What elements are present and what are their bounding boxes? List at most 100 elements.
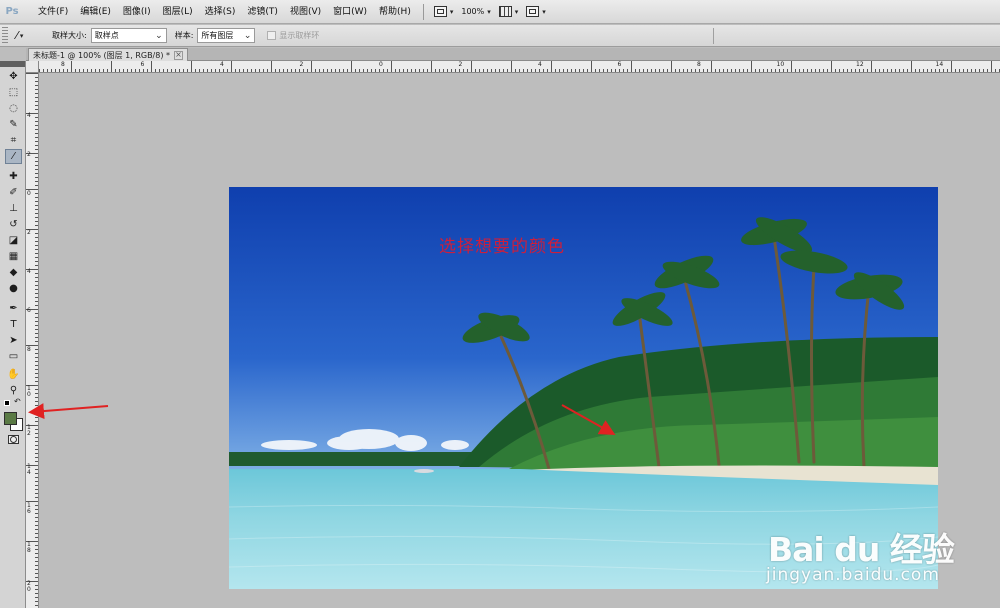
ruler-tick	[899, 69, 900, 72]
ruler-tick	[567, 69, 568, 72]
menu-edit[interactable]: 编辑(E)	[74, 0, 117, 24]
sample-size-select[interactable]: 取样点 ⌄	[90, 28, 167, 43]
marquee-tool-icon[interactable]: ⬚	[5, 85, 22, 100]
quick-mask-icon[interactable]	[8, 435, 19, 444]
ruler-tick	[655, 69, 656, 72]
ruler-tick	[799, 69, 800, 72]
quick-select-tool-icon[interactable]: ✎	[5, 117, 22, 132]
ruler-tick	[499, 69, 500, 72]
ruler-label: 2	[27, 151, 31, 158]
zoom-tool-icon[interactable]: ⚲	[5, 383, 22, 398]
ruler-tick	[35, 545, 38, 546]
ruler-tick	[119, 69, 120, 72]
ruler-tick	[35, 421, 38, 422]
eyedropper-tool-icon[interactable]: ⁄	[5, 149, 22, 164]
menu-filter[interactable]: 滤镜(T)	[241, 0, 284, 24]
extras-button[interactable]: ▾	[522, 0, 550, 24]
show-sampling-ring-label: 显示取样环	[279, 31, 320, 40]
ruler-tick	[35, 157, 38, 158]
ruler-tick	[355, 69, 356, 72]
ruler-tick	[35, 141, 38, 142]
ruler-tick	[35, 557, 38, 558]
clone-stamp-tool-icon[interactable]: ⊥	[5, 201, 22, 216]
swap-colors-icon[interactable]: ↶	[14, 397, 21, 406]
type-tool-icon[interactable]: T	[5, 317, 22, 332]
ruler-tick	[35, 533, 38, 534]
hand-tool-icon[interactable]: ✋	[5, 367, 22, 382]
sample-select[interactable]: 所有图层 ⌄	[197, 28, 256, 43]
ruler-label: 8	[61, 61, 65, 68]
arrange-documents-button[interactable]: ▾	[495, 0, 523, 24]
ruler-tick	[35, 313, 38, 314]
ruler-tick	[771, 69, 772, 72]
menu-help[interactable]: 帮助(H)	[373, 0, 417, 24]
zoom-level-dropdown[interactable]: 100% ▾	[457, 0, 494, 24]
options-bar-grip[interactable]	[2, 26, 8, 45]
ruler-tick	[271, 61, 272, 72]
document-tab[interactable]: 未标题-1 @ 100% (图层 1, RGB/8) * ×	[28, 48, 189, 61]
ruler-tick	[79, 69, 80, 72]
menu-select[interactable]: 选择(S)	[199, 0, 242, 24]
ruler-tick	[219, 69, 220, 72]
menu-window[interactable]: 窗口(W)	[327, 0, 373, 24]
dodge-tool-icon[interactable]: ●	[5, 281, 22, 296]
healing-brush-tool-icon[interactable]: ✚	[5, 169, 22, 184]
ruler-tick	[51, 69, 52, 72]
brush-tool-icon[interactable]: ✐	[5, 185, 22, 200]
ruler-label: 10	[27, 385, 31, 398]
vertical-ruler[interactable]: 420246810121416182022	[26, 73, 39, 608]
ruler-tick	[35, 305, 38, 306]
ruler-tick	[111, 61, 112, 72]
path-select-tool-icon[interactable]: ➤	[5, 333, 22, 348]
menu-file[interactable]: 文件(F)	[32, 0, 74, 24]
menu-layer[interactable]: 图层(L)	[157, 0, 199, 24]
ruler-tick	[39, 69, 40, 72]
ruler-tick	[191, 61, 192, 72]
ruler-tick	[407, 69, 408, 72]
ruler-tick	[511, 61, 512, 72]
lasso-tool-icon[interactable]: ◌	[5, 101, 22, 116]
ruler-tick	[555, 69, 556, 72]
ruler-tick	[35, 241, 38, 242]
ruler-tick	[955, 69, 956, 72]
sample-value: 所有图层	[201, 31, 234, 40]
move-tool-icon[interactable]: ✥	[5, 69, 22, 84]
blur-tool-icon[interactable]: ◆	[5, 265, 22, 280]
ruler-tick	[35, 453, 38, 454]
arrow-to-swatch	[28, 403, 109, 420]
shape-tool-icon[interactable]: ▭	[5, 349, 22, 364]
ruler-tick	[231, 61, 232, 72]
show-sampling-ring-checkbox[interactable]: 显示取样环	[267, 30, 319, 41]
tool-preset-picker[interactable]: ⁄ ▾	[16, 29, 44, 42]
ruler-tick	[591, 61, 592, 72]
ruler-tick	[227, 69, 228, 72]
ruler-tick	[323, 69, 324, 72]
ruler-tick	[207, 69, 208, 72]
ruler-tick	[339, 69, 340, 72]
eraser-tool-icon[interactable]: ◪	[5, 233, 22, 248]
gradient-tool-icon[interactable]: ▦	[5, 249, 22, 264]
crop-tool-icon[interactable]: ⌗	[5, 133, 22, 148]
document-tab-bar: 未标题-1 @ 100% (图层 1, RGB/8) * ×	[26, 48, 1000, 61]
ruler-tick	[35, 301, 38, 302]
ruler-tick	[63, 69, 64, 72]
ruler-origin[interactable]	[26, 61, 39, 73]
menu-image[interactable]: 图像(I)	[117, 0, 157, 24]
ruler-tick	[35, 469, 38, 470]
ruler-tick	[123, 69, 124, 72]
history-brush-tool-icon[interactable]: ↺	[5, 217, 22, 232]
ruler-label: 0	[379, 61, 383, 68]
toolbox-header[interactable]	[0, 61, 25, 67]
pen-tool-icon[interactable]: ✒	[5, 301, 22, 316]
ruler-tick	[35, 409, 38, 410]
ruler-tick	[303, 69, 304, 72]
ruler-label: 18	[27, 541, 31, 554]
horizontal-ruler[interactable]: 8642024681012141618202224	[39, 61, 1000, 73]
screen-mode-button[interactable]: ▾	[430, 0, 458, 24]
foreground-color-swatch[interactable]	[4, 412, 17, 425]
close-icon[interactable]: ×	[174, 50, 184, 60]
ruler-tick	[327, 69, 328, 72]
ruler-tick	[635, 69, 636, 72]
default-colors-icon[interactable]	[4, 400, 10, 406]
menu-view[interactable]: 视图(V)	[284, 0, 327, 24]
